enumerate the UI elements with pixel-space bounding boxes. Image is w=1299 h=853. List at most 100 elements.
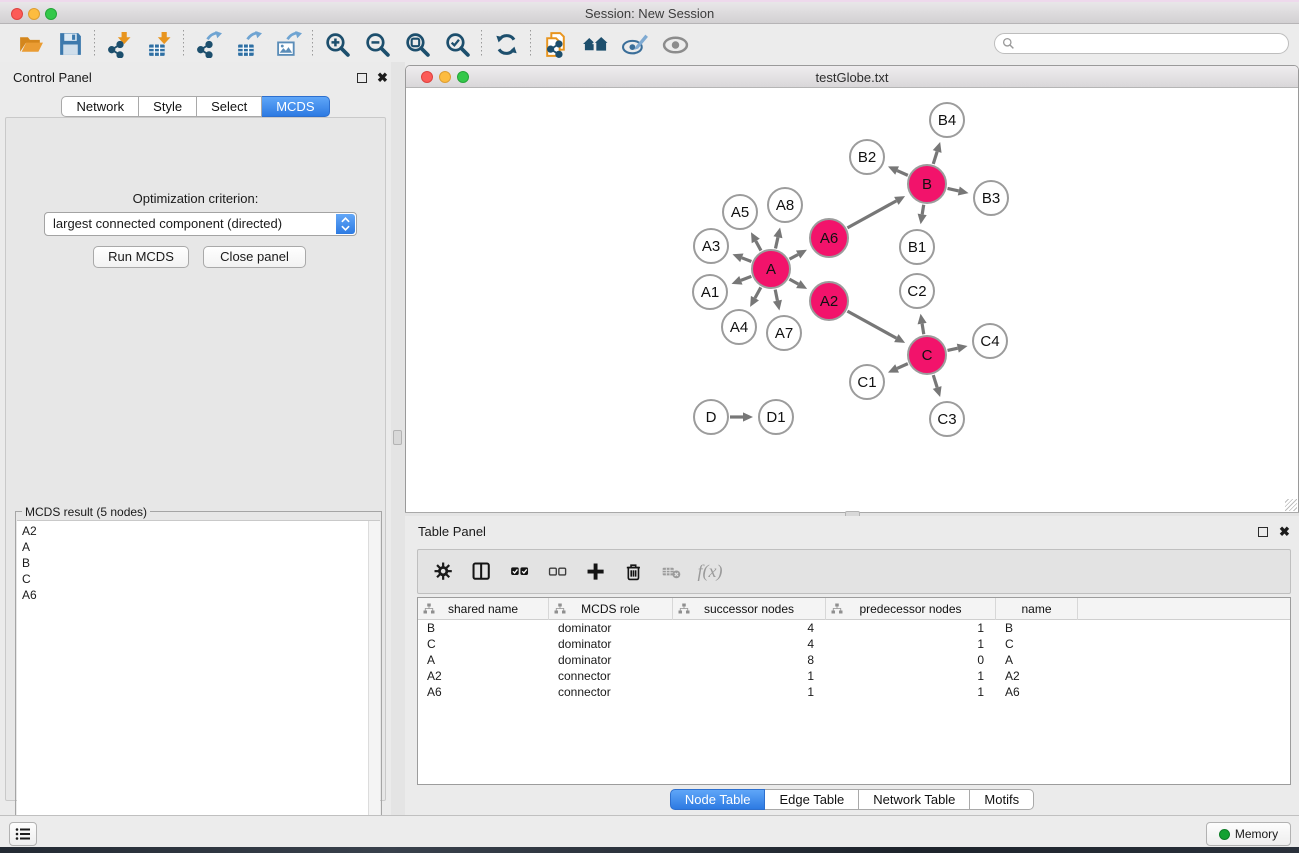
graph-edge-A-A6[interactable]: [790, 250, 807, 259]
graph-edge-A-A2[interactable]: [789, 279, 807, 289]
result-item[interactable]: B: [22, 555, 380, 571]
table-cell[interactable]: 1: [673, 668, 826, 684]
table-cell[interactable]: connector: [549, 668, 673, 684]
graph-edge-A2-C[interactable]: [847, 311, 905, 343]
select-all-rows-button[interactable]: [508, 560, 532, 584]
vertical-splitter-handle[interactable]: [393, 430, 402, 445]
graph-node-A1[interactable]: A1: [693, 275, 727, 309]
table-cell[interactable]: A6: [418, 684, 549, 700]
tab-node-table[interactable]: Node Table: [670, 789, 766, 810]
result-item[interactable]: C: [22, 571, 380, 587]
network-canvas[interactable]: B4B2BB3A8A5A6A3B1AA1C2A2A4A7C4CC1C3DD1: [406, 88, 1298, 512]
graph-node-A3[interactable]: A3: [694, 229, 728, 263]
status-menu-button[interactable]: [9, 822, 37, 846]
column-header-name[interactable]: name: [996, 598, 1078, 620]
column-panel-button[interactable]: [470, 560, 494, 584]
graph-edge-A6-B[interactable]: [847, 196, 905, 228]
table-cell[interactable]: 1: [826, 620, 996, 636]
delete-column-button[interactable]: [622, 560, 646, 584]
graph-node-C[interactable]: C: [908, 336, 946, 374]
add-column-button[interactable]: [584, 560, 608, 584]
graph-node-C2[interactable]: C2: [900, 274, 934, 308]
table-row[interactable]: A2connector11A2: [418, 668, 1290, 684]
duplicate-network-button[interactable]: [535, 28, 575, 60]
table-cell[interactable]: 1: [826, 668, 996, 684]
app-titlebar[interactable]: Session: New Session: [0, 0, 1299, 24]
zoom-selected-button[interactable]: [437, 28, 477, 60]
graph-node-A[interactable]: A: [752, 250, 790, 288]
table-cell[interactable]: A2: [996, 668, 1078, 684]
graph-node-B4[interactable]: B4: [930, 103, 964, 137]
table-cell[interactable]: A: [996, 652, 1078, 668]
search-box[interactable]: [994, 33, 1289, 54]
result-item[interactable]: A2: [22, 523, 380, 539]
vertical-splitter[interactable]: [391, 62, 405, 815]
zoom-out-button[interactable]: [357, 28, 397, 60]
tab-select[interactable]: Select: [197, 96, 262, 117]
column-header-successor-nodes[interactable]: successor nodes: [673, 598, 826, 620]
float-table-panel-icon[interactable]: [1258, 527, 1268, 537]
deselect-all-rows-button[interactable]: [546, 560, 570, 584]
graph-node-B1[interactable]: B1: [900, 230, 934, 264]
tab-edge-table[interactable]: Edge Table: [765, 789, 859, 810]
graph-node-C4[interactable]: C4: [973, 324, 1007, 358]
graph-edge-B-B4[interactable]: [933, 142, 942, 164]
memory-button[interactable]: Memory: [1206, 822, 1291, 846]
graph-node-B3[interactable]: B3: [974, 181, 1008, 215]
table-cell[interactable]: C: [418, 636, 549, 652]
table-cell[interactable]: 1: [826, 636, 996, 652]
graph-edge-B-B2[interactable]: [888, 166, 908, 175]
graph-edge-A-A5[interactable]: [751, 232, 761, 250]
zoom-fit-button[interactable]: [397, 28, 437, 60]
window-resize-grip[interactable]: [1285, 499, 1297, 511]
table-cell[interactable]: 4: [673, 636, 826, 652]
graph-node-C1[interactable]: C1: [850, 365, 884, 399]
graph-edge-A-A8[interactable]: [773, 227, 782, 248]
table-cell[interactable]: A: [418, 652, 549, 668]
result-scrollbar[interactable]: [368, 521, 380, 851]
graph-edge-C-C4[interactable]: [947, 344, 967, 353]
graph-edge-A-A3[interactable]: [732, 254, 751, 263]
table-cell[interactable]: 4: [673, 620, 826, 636]
search-input[interactable]: [1015, 35, 1288, 52]
table-settings-button[interactable]: [432, 560, 456, 584]
table-cell[interactable]: dominator: [549, 620, 673, 636]
graph-node-B2[interactable]: B2: [850, 140, 884, 174]
table-cell[interactable]: dominator: [549, 652, 673, 668]
table-cell[interactable]: 1: [826, 684, 996, 700]
graph-edge-A-A7[interactable]: [773, 290, 782, 311]
export-image-button[interactable]: [268, 28, 308, 60]
tab-motifs[interactable]: Motifs: [970, 789, 1034, 810]
network-window-titlebar[interactable]: testGlobe.txt: [406, 66, 1298, 88]
column-header-shared-name[interactable]: shared name: [418, 598, 549, 620]
graph-node-B[interactable]: B: [908, 165, 946, 203]
column-header-predecessor-nodes[interactable]: predecessor nodes: [826, 598, 996, 620]
table-row[interactable]: Cdominator41C: [418, 636, 1290, 652]
zoom-in-button[interactable]: [317, 28, 357, 60]
graph-edge-A-A4[interactable]: [750, 287, 761, 306]
graph-node-D1[interactable]: D1: [759, 400, 793, 434]
graph-node-A4[interactable]: A4: [722, 310, 756, 344]
graph-node-A7[interactable]: A7: [767, 316, 801, 350]
export-table-button[interactable]: [228, 28, 268, 60]
result-item[interactable]: A: [22, 539, 380, 555]
table-cell[interactable]: C: [996, 636, 1078, 652]
graph-edge-C-C3[interactable]: [933, 375, 942, 397]
run-mcds-button[interactable]: Run MCDS: [93, 246, 189, 268]
home-button[interactable]: [575, 28, 615, 60]
result-item[interactable]: A6: [22, 587, 380, 603]
open-session-button[interactable]: [10, 28, 50, 60]
graph-node-A2[interactable]: A2: [810, 282, 848, 320]
column-header-MCDS-role[interactable]: MCDS role: [549, 598, 673, 620]
tab-mcds[interactable]: MCDS: [262, 96, 329, 117]
import-network-button[interactable]: [99, 28, 139, 60]
table-row[interactable]: Adominator80A: [418, 652, 1290, 668]
table-cell[interactable]: 8: [673, 652, 826, 668]
table-cell[interactable]: B: [996, 620, 1078, 636]
graph-edge-D-D1[interactable]: [730, 412, 753, 421]
tab-style[interactable]: Style: [139, 96, 197, 117]
tab-network[interactable]: Network: [61, 96, 139, 117]
table-cell[interactable]: A6: [996, 684, 1078, 700]
graph-edge-C-C1[interactable]: [888, 364, 908, 373]
close-table-panel-icon[interactable]: ✖: [1279, 524, 1290, 540]
